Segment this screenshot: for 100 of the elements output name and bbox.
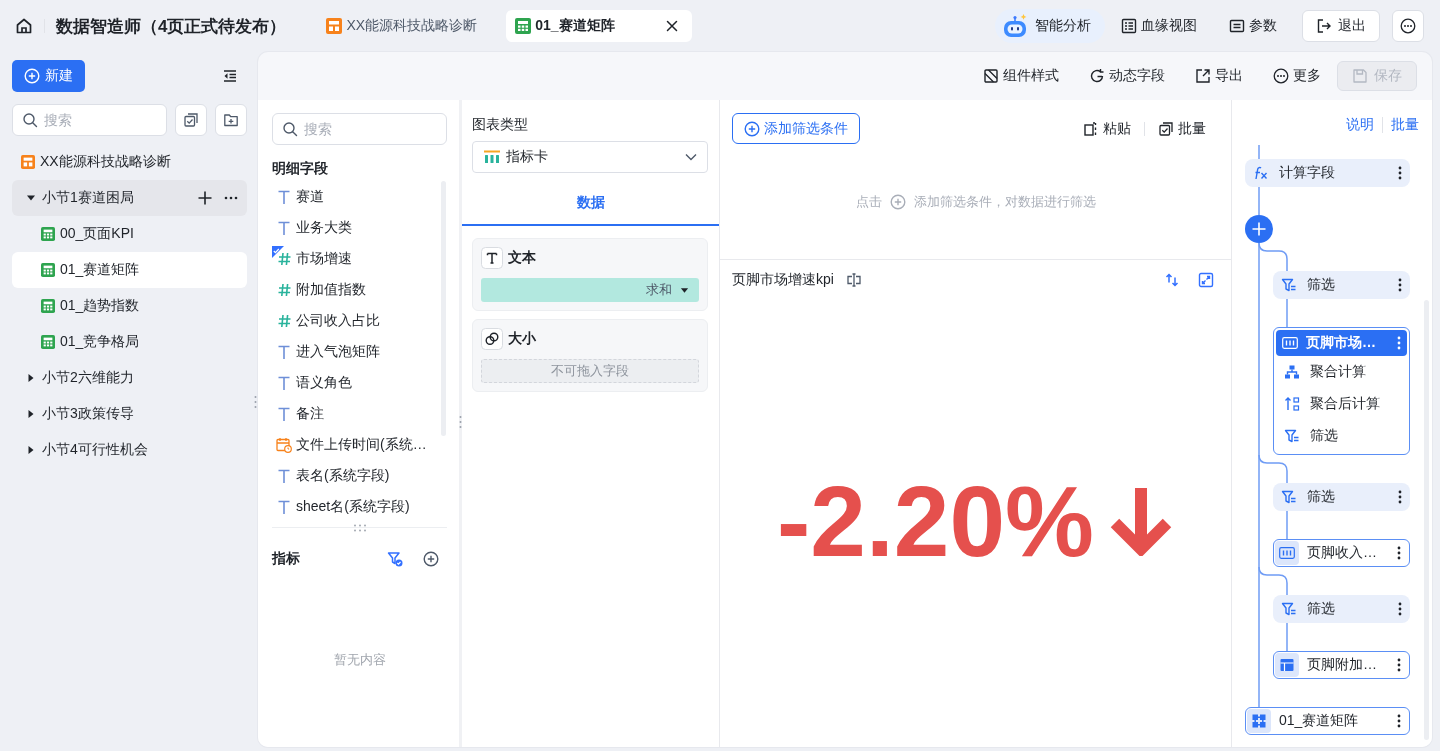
caret-right-icon[interactable] bbox=[26, 373, 36, 383]
text-type-icon bbox=[278, 499, 290, 514]
add-button[interactable] bbox=[1245, 215, 1273, 243]
new-folder-button[interactable] bbox=[215, 104, 247, 136]
hint-text: 点击 bbox=[855, 192, 882, 211]
lineage-view-button[interactable]: 血缘视图 bbox=[1105, 10, 1213, 42]
dynamic-field-button[interactable]: 动态字段 bbox=[1074, 61, 1180, 91]
tree-item[interactable]: 00_页面KPI bbox=[12, 216, 247, 252]
field-item[interactable]: 语义角色 bbox=[272, 367, 447, 398]
field-item[interactable]: 赛道 bbox=[272, 181, 447, 212]
tree-item[interactable]: 01_赛道矩阵 bbox=[12, 252, 247, 288]
spreadsheet-icon bbox=[515, 18, 532, 34]
search-field[interactable]: 搜索 bbox=[12, 104, 167, 136]
batch-select-button[interactable] bbox=[175, 104, 207, 136]
kebab-icon[interactable] bbox=[1397, 489, 1403, 505]
ai-analysis-button[interactable]: 智能分析 bbox=[995, 9, 1105, 43]
spreadsheet-icon bbox=[41, 335, 55, 349]
plus-icon[interactable] bbox=[198, 191, 212, 205]
field-item[interactable]: 备注 bbox=[272, 398, 447, 429]
section-title: 指标 bbox=[272, 550, 300, 568]
list-icon bbox=[1121, 18, 1137, 34]
tab[interactable]: 01_赛道矩阵 bbox=[506, 10, 692, 42]
field-item[interactable]: 文件上传时间(系统… bbox=[272, 429, 447, 460]
kebab-icon[interactable] bbox=[1396, 713, 1402, 729]
field-item[interactable]: 表名(系统字段) bbox=[272, 460, 447, 491]
paste-button[interactable]: 粘贴 bbox=[1083, 119, 1131, 138]
kebab-icon[interactable] bbox=[1396, 545, 1402, 561]
connector-line bbox=[1258, 145, 1260, 160]
empty-text: 暂无内容 bbox=[333, 650, 386, 669]
expand-icon[interactable] bbox=[1198, 272, 1214, 288]
tree-item[interactable]: 01_趋势指数 bbox=[12, 288, 247, 324]
export-button[interactable]: 导出 bbox=[1180, 61, 1258, 91]
sort-icon[interactable] bbox=[1164, 272, 1180, 288]
connector-line bbox=[1286, 298, 1288, 328]
kebab-icon[interactable] bbox=[1397, 601, 1403, 617]
link[interactable]: 说明 bbox=[1346, 116, 1374, 134]
flow-step[interactable]: 计算字段 bbox=[1245, 159, 1410, 187]
exit-button[interactable]: 退出 bbox=[1302, 10, 1380, 42]
search-icon bbox=[22, 112, 38, 128]
drag-handle-icon[interactable] bbox=[254, 395, 257, 409]
home-icon[interactable] bbox=[15, 17, 33, 35]
more-icon[interactable] bbox=[224, 196, 238, 200]
more-icon bbox=[1273, 68, 1289, 84]
more-button[interactable]: 更多 bbox=[1258, 61, 1336, 91]
hierarchy-icon bbox=[1284, 364, 1300, 380]
filter-check-icon[interactable] bbox=[387, 551, 403, 567]
link[interactable]: 批量 bbox=[1391, 116, 1419, 134]
field-item[interactable]: 进入气泡矩阵 bbox=[272, 336, 447, 367]
plus-icon bbox=[1252, 222, 1266, 236]
parameters-button[interactable]: 参数 bbox=[1213, 10, 1293, 42]
kebab-icon[interactable] bbox=[1396, 657, 1402, 673]
more-button[interactable] bbox=[1392, 10, 1424, 42]
field-item[interactable]: 公司收入占比 bbox=[272, 305, 447, 336]
tree-item[interactable]: 01_竞争格局 bbox=[12, 324, 247, 360]
checkbox-icon bbox=[183, 112, 199, 128]
close-icon[interactable] bbox=[665, 20, 678, 32]
plus-circle-icon[interactable] bbox=[423, 551, 439, 567]
rename-icon[interactable] bbox=[845, 272, 862, 288]
caret-right-icon[interactable] bbox=[26, 445, 36, 455]
caret-down-icon[interactable] bbox=[26, 193, 36, 203]
text-type-icon bbox=[278, 468, 290, 483]
tree-item[interactable]: 小节3政策传导 bbox=[12, 396, 247, 432]
flow-step[interactable]: 01_赛道矩阵 bbox=[1245, 707, 1410, 735]
tree-item[interactable]: 小节1赛道困局 bbox=[12, 180, 247, 216]
flow-step[interactable]: 页脚收入… bbox=[1273, 539, 1410, 567]
hint-text: 添加筛选条件，对数据进行筛选 bbox=[913, 192, 1096, 211]
tab[interactable]: 数据 bbox=[462, 182, 719, 226]
caret-down-icon bbox=[680, 285, 689, 295]
field-item[interactable]: 市场增速 bbox=[272, 243, 447, 274]
number-icon bbox=[1275, 541, 1299, 565]
collapse-sidebar-icon[interactable] bbox=[222, 68, 238, 84]
step-item[interactable]: 聚合计算 bbox=[1276, 356, 1407, 388]
component-style-button[interactable]: 组件样式 bbox=[968, 61, 1074, 91]
field-item[interactable]: sheet名(系统字段) bbox=[272, 491, 447, 522]
drag-handle-icon[interactable] bbox=[459, 415, 462, 429]
tree-item[interactable]: 小节4可行性机会 bbox=[12, 432, 247, 468]
add-filter-button[interactable]: 添加筛选条件 bbox=[732, 113, 860, 144]
flow-step[interactable]: 筛选 bbox=[1273, 595, 1410, 623]
kebab-icon[interactable] bbox=[1397, 165, 1403, 181]
flow-step[interactable]: 页脚市场… bbox=[1276, 330, 1407, 356]
step-item[interactable]: 筛选 bbox=[1276, 420, 1407, 452]
flow-step[interactable]: 页脚附加… bbox=[1273, 651, 1410, 679]
chart-title: 页脚市场增速kpi bbox=[732, 271, 834, 289]
field-pill[interactable]: 求和 bbox=[481, 278, 699, 302]
tab[interactable]: XX能源科技战略诊断 bbox=[317, 10, 487, 42]
flow-step[interactable]: 筛选 bbox=[1273, 271, 1410, 299]
folder-plus-icon bbox=[223, 112, 239, 128]
kebab-icon[interactable] bbox=[1397, 277, 1403, 293]
field-item[interactable]: 业务大类 bbox=[272, 212, 447, 243]
drag-handle-icon[interactable] bbox=[352, 524, 367, 532]
chart-type-select[interactable]: 指标卡 bbox=[472, 141, 708, 173]
step-item[interactable]: 聚合后计算 bbox=[1276, 388, 1407, 420]
tree-item[interactable]: 小节2六维能力 bbox=[12, 360, 247, 396]
new-button[interactable]: 新建 bbox=[12, 60, 85, 92]
batch-button[interactable]: 批量 bbox=[1158, 119, 1206, 138]
field-item[interactable]: 附加值指数 bbox=[272, 274, 447, 305]
search-field[interactable]: 搜索 bbox=[272, 113, 447, 145]
flow-step[interactable]: 筛选 bbox=[1273, 483, 1410, 511]
caret-right-icon[interactable] bbox=[26, 409, 36, 419]
tree-item[interactable]: XX能源科技战略诊断 bbox=[12, 144, 247, 180]
